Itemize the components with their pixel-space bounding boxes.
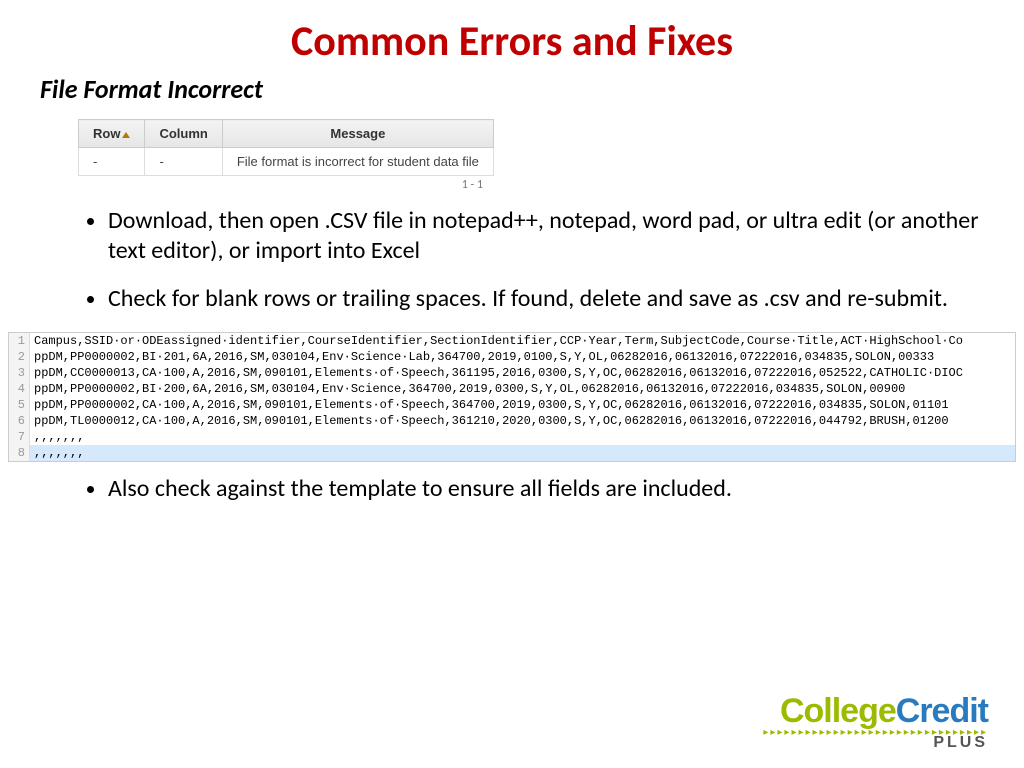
cell-column: - [145,148,222,176]
csv-line: ppDM,PP0000002,BI·201,6A,2016,SM,030104,… [30,349,1015,365]
list-item: Download, then open .CSV file in notepad… [108,206,984,266]
sort-asc-icon [122,132,130,138]
csv-line: ,,,,,,, [30,429,1015,445]
table-header-column[interactable]: Column [145,120,222,148]
line-number: 5 [9,397,30,413]
college-credit-plus-logo: CollegeCredit ▸▸▸▸▸▸▸▸▸▸▸▸▸▸▸▸▸▸▸▸▸▸▸▸▸▸… [763,692,988,752]
slide-title: Common Errors and Fixes [40,16,984,67]
line-number: 3 [9,365,30,381]
csv-screenshot: 1Campus,SSID·or·ODEassigned·identifier,C… [8,332,1016,462]
line-number: 2 [9,349,30,365]
csv-line: ,,,,,,, [30,445,1015,461]
line-number: 8 [9,445,30,461]
slide-subtitle: File Format Incorrect [40,73,984,105]
logo-part1: College [780,692,896,730]
list-item: Also check against the template to ensur… [108,474,984,504]
line-number: 1 [9,333,30,349]
csv-line: ppDM,CC0000013,CA·100,A,2016,SM,090101,E… [30,365,1015,381]
csv-line: ppDM,PP0000002,CA·100,A,2016,SM,090101,E… [30,397,1015,413]
line-number: 4 [9,381,30,397]
error-table: Row Column Message - - File format is in… [78,119,494,176]
list-item: Check for blank rows or trailing spaces.… [108,284,984,314]
table-header-message[interactable]: Message [222,120,493,148]
line-number: 7 [9,429,30,445]
bullet-list-bottom: Also check against the template to ensur… [40,474,984,504]
table-header-row-label: Row [93,126,120,141]
csv-line: ppDM,TL0000012,CA·100,A,2016,SM,090101,E… [30,413,1015,429]
cell-row: - [79,148,145,176]
table-pagination: 1 - 1 [78,178,483,192]
bullet-list-top: Download, then open .CSV file in notepad… [40,206,984,314]
line-number: 6 [9,413,30,429]
table-row: - - File format is incorrect for student… [79,148,494,176]
csv-line: Campus,SSID·or·ODEassigned·identifier,Co… [30,333,1015,349]
csv-line: ppDM,PP0000002,BI·200,6A,2016,SM,030104,… [30,381,1015,397]
cell-message: File format is incorrect for student dat… [222,148,493,176]
table-header-row[interactable]: Row [79,120,145,148]
logo-part2: Credit [896,692,988,730]
